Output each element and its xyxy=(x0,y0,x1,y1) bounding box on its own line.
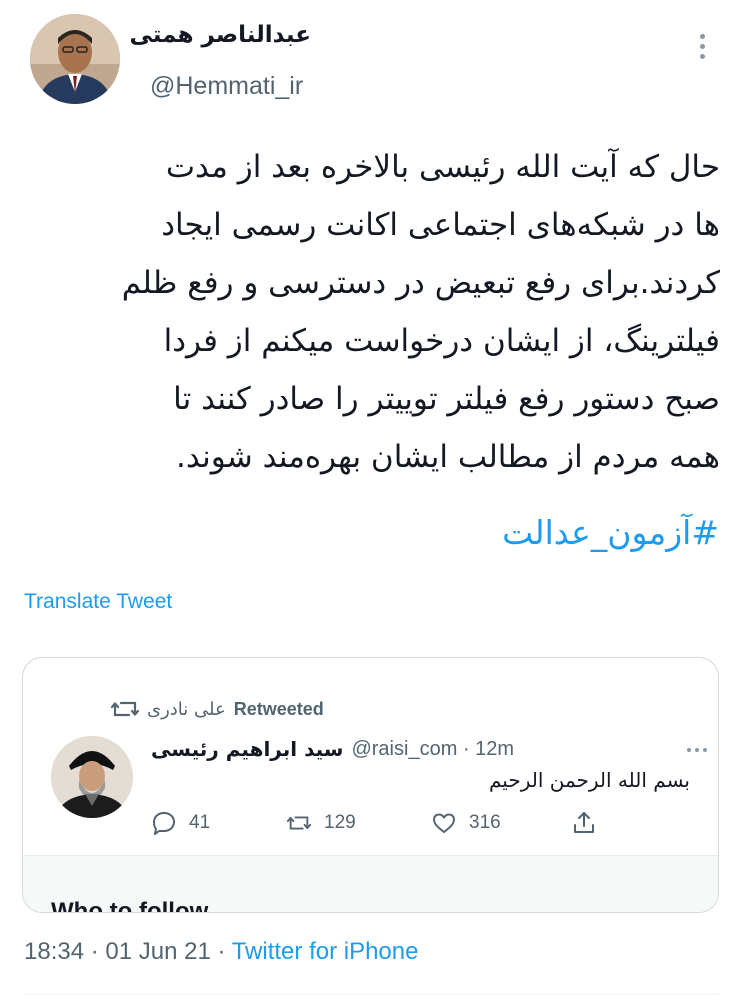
tweet-text-line: همه مردم از مطالب ایشان بهره‌مند شوند. xyxy=(175,439,720,475)
tweet-source-link[interactable]: Twitter for iPhone xyxy=(232,938,419,965)
retweet-icon xyxy=(111,701,139,717)
author-name[interactable]: عبدالناصر همتی xyxy=(130,22,312,48)
hashtag-link[interactable]: #آزمون_عدالت xyxy=(502,513,719,552)
tweet-text-line: ها در شبکه‌های اجتماعی اکانت رسمی ایجاد xyxy=(161,207,720,243)
divider xyxy=(22,994,719,995)
author-avatar[interactable] xyxy=(30,14,120,104)
retweet-button[interactable]: 129 xyxy=(286,808,356,838)
more-vertical-icon[interactable] xyxy=(690,28,714,64)
tweet-text: حال که آیت الله رئیسی بالاخره بعد از مدت… xyxy=(40,138,720,486)
translate-tweet-link[interactable]: Translate Tweet xyxy=(24,590,172,614)
more-horizontal-icon[interactable] xyxy=(687,748,707,752)
action-bar: 41 129 316 xyxy=(151,808,621,838)
retweeted-label: Retweeted xyxy=(233,698,324,719)
meta-separator: · xyxy=(210,938,232,965)
tweet-time: 18:34 xyxy=(24,938,85,965)
tweet-meta: 18:34 · 01 Jun 21 · Twitter for iPhone xyxy=(24,938,418,966)
quoted-header: سید ابراهیم رئیسی @raisi_com · 12m xyxy=(151,734,514,764)
retweet-count: 129 xyxy=(324,812,356,833)
quoted-author-name[interactable]: سید ابراهیم رئیسی xyxy=(151,737,343,761)
reply-count: 41 xyxy=(189,812,211,833)
reply-button[interactable]: 41 xyxy=(151,808,210,838)
like-button[interactable]: 316 xyxy=(431,808,501,838)
quoted-tweet-text: بسم الله الرحمن الرحیم xyxy=(488,768,690,792)
retweet-icon xyxy=(286,816,312,830)
tweet-text-line: کردند.برای رفع تبعیض در دسترسی و رفع ظلم xyxy=(121,265,720,301)
who-to-follow-heading: Who to follow xyxy=(51,898,209,913)
author-handle[interactable]: @Hemmati_ir xyxy=(150,72,303,101)
retweeter-name[interactable]: علی نادری xyxy=(147,699,226,720)
tweet-text-line: فیلترینگ، از ایشان درخواست میکنم از فردا xyxy=(163,323,720,359)
share-icon xyxy=(574,812,594,833)
quoted-author-handle[interactable]: @raisi_com · 12m xyxy=(351,738,514,761)
tweet-text-line: حال که آیت الله رئیسی بالاخره بعد از مدت xyxy=(165,149,720,185)
quoted-author-avatar[interactable] xyxy=(51,736,133,818)
meta-separator: · xyxy=(84,938,106,965)
tweet-detail: عبدالناصر همتی @Hemmati_ir حال که آیت ال… xyxy=(0,0,741,1000)
share-button[interactable] xyxy=(571,808,597,838)
like-icon xyxy=(433,813,455,833)
tweet-date: 01 Jun 21 xyxy=(105,938,211,965)
embedded-tweet-card[interactable]: علی نادری Retweeted سید ابراهیم رئیسی @r… xyxy=(22,657,719,913)
reply-icon xyxy=(153,812,175,835)
retweeted-by-row: علی نادری Retweeted xyxy=(111,696,324,722)
card-divider xyxy=(23,855,718,856)
tweet-text-line: صبح دستور رفع فیلتر توییتر را صادر کنند … xyxy=(173,381,720,417)
like-count: 316 xyxy=(469,812,501,833)
